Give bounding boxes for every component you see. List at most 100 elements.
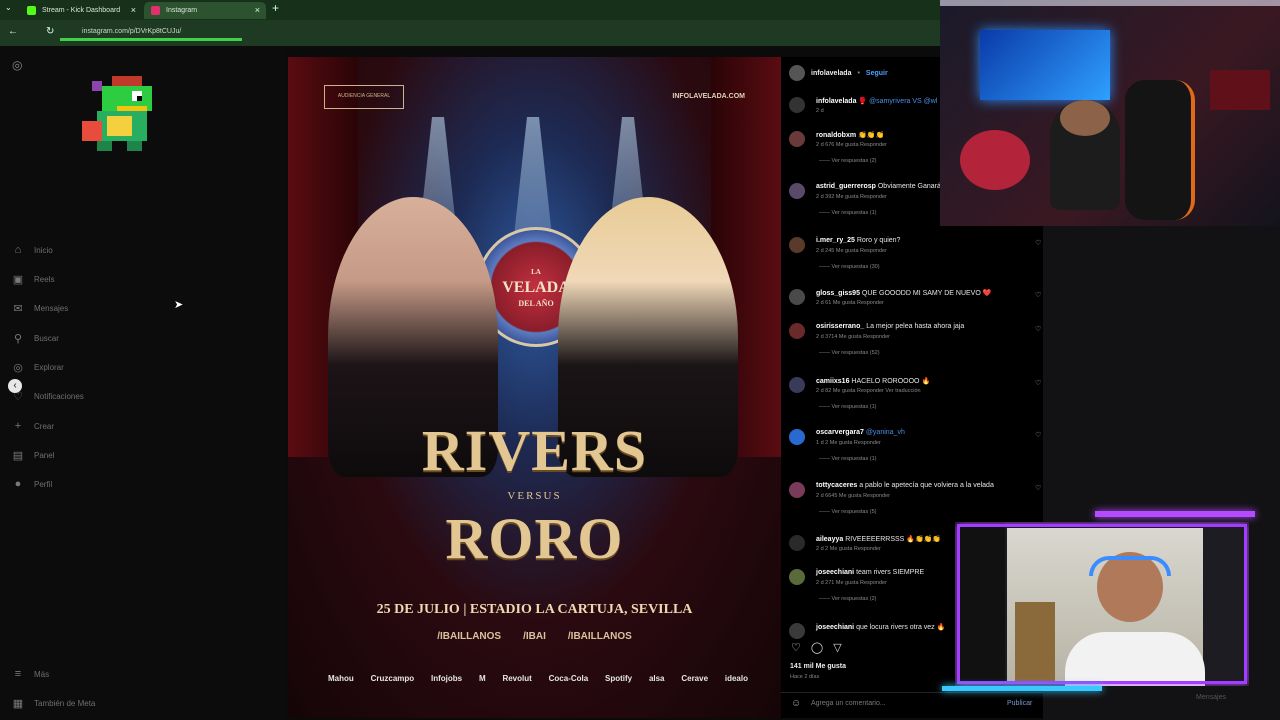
like-heart-icon[interactable]: ♡ bbox=[791, 641, 801, 654]
nav-reels[interactable]: ▣ Reels bbox=[12, 270, 55, 288]
view-replies-link[interactable]: —— Ver respuestas (2) bbox=[819, 596, 876, 602]
sponsor-logo: Cerave bbox=[681, 674, 709, 683]
post-author-row: infolavelada • Seguir bbox=[789, 65, 888, 81]
comment-username[interactable]: infolavelada bbox=[816, 98, 856, 105]
comment-mention[interactable]: @samyrivera VS @wl bbox=[869, 98, 937, 105]
comment-mention[interactable]: @yanina_vh bbox=[866, 429, 905, 436]
comment-item: camiixs16 HACELO ROROOOO 🔥 2 d 82 Me gus… bbox=[789, 377, 1041, 427]
instagram-logo-icon[interactable]: ◎ bbox=[12, 58, 22, 72]
comment-meta: 2 d 61 Me gusta Responder bbox=[816, 300, 884, 306]
comment-username[interactable]: camiixs16 bbox=[816, 378, 849, 385]
avatar[interactable] bbox=[789, 623, 805, 639]
comment-username[interactable]: gloss_giss95 bbox=[816, 290, 860, 297]
comment-like-heart-icon[interactable]: ♡ bbox=[1035, 431, 1041, 439]
messages-footer-label[interactable]: Mensajes bbox=[1196, 694, 1226, 701]
comment-bubble-icon[interactable]: ◯ bbox=[811, 641, 823, 654]
comment-text: astrid_guerrerosp Obviamente Ganará bbox=[816, 183, 941, 190]
view-replies-link[interactable]: —— Ver respuestas (1) bbox=[819, 404, 876, 410]
streamer-face bbox=[1060, 100, 1110, 136]
comment-meta: 2 d bbox=[816, 108, 824, 114]
comment-username[interactable]: ronaldobxm bbox=[816, 132, 856, 139]
avatar[interactable] bbox=[789, 97, 805, 113]
close-tab-icon[interactable]: × bbox=[131, 2, 136, 19]
comment-username[interactable]: joseechiani bbox=[816, 624, 854, 631]
comment-username[interactable]: aileayya bbox=[816, 536, 843, 543]
nav-notificaciones[interactable]: ♡ Notificaciones bbox=[12, 387, 84, 405]
follow-button[interactable]: Seguir bbox=[866, 70, 888, 77]
comment-text: ronaldobxm 👏👏👏 bbox=[816, 132, 885, 139]
avatar[interactable] bbox=[789, 323, 805, 339]
comment-like-heart-icon[interactable]: ♡ bbox=[1035, 325, 1041, 333]
tab-label: Stream - Kick Dashboard bbox=[42, 7, 121, 14]
tab-kick-dashboard[interactable]: Stream - Kick Dashboard × bbox=[20, 2, 142, 19]
tab-search-icon[interactable]: ⌄ bbox=[5, 3, 12, 12]
comment-username[interactable]: joseechiani bbox=[816, 569, 854, 576]
view-replies-link[interactable]: —— Ver respuestas (1) bbox=[819, 210, 876, 216]
menu-icon: ≡ bbox=[14, 668, 22, 680]
back-icon[interactable]: ← bbox=[8, 26, 18, 37]
sponsor-logo: Revolut bbox=[502, 674, 532, 683]
comment-username[interactable]: tottycaceres bbox=[816, 482, 857, 489]
comment-text: i.mer_ry_25 Roro y quien? bbox=[816, 237, 901, 244]
avatar[interactable] bbox=[789, 131, 805, 147]
comment-like-heart-icon[interactable]: ♡ bbox=[1035, 484, 1041, 492]
view-replies-link[interactable]: —— Ver respuestas (2) bbox=[819, 158, 876, 164]
comment-text: tottycaceres a pablo le apetecía que vol… bbox=[816, 482, 994, 489]
nav-explorar[interactable]: ◎ Explorar bbox=[12, 358, 64, 376]
nav-mas[interactable]: ≡ Más bbox=[12, 665, 49, 683]
comment-item: osirisserrano_ La mejor pelea hasta ahor… bbox=[789, 323, 1041, 373]
avatar[interactable] bbox=[789, 482, 805, 498]
new-tab-button[interactable]: + bbox=[272, 1, 279, 15]
avatar[interactable] bbox=[789, 569, 805, 585]
author-username[interactable]: infolavelada bbox=[811, 70, 851, 77]
comment-input[interactable]: Agrega un comentario... bbox=[811, 700, 886, 707]
close-tab-icon[interactable]: × bbox=[255, 2, 260, 19]
view-replies-link[interactable]: —— Ver respuestas (1) bbox=[819, 456, 876, 462]
sponsor-logo: Spotify bbox=[605, 674, 633, 683]
nav-panel[interactable]: ▤ Panel bbox=[12, 446, 55, 464]
publish-button[interactable]: Publicar bbox=[1007, 700, 1032, 707]
post-image[interactable]: AUDIENCIA GENERAL INFOLAVELADA.COM LA VE… bbox=[288, 57, 781, 718]
twitch-handle: /IBAI bbox=[523, 631, 546, 642]
view-replies-link[interactable]: —— Ver respuestas (5) bbox=[819, 509, 876, 515]
collapse-chevron-icon[interactable]: ‹ bbox=[8, 379, 22, 393]
avatar[interactable] bbox=[789, 183, 805, 199]
avatar[interactable] bbox=[789, 429, 805, 445]
comment-meta: 2 d 82 Me gusta Responder Ver traducción bbox=[816, 388, 921, 394]
share-send-icon[interactable]: ▽ bbox=[833, 641, 841, 654]
sponsor-logo: Infojobs bbox=[431, 674, 463, 683]
comment-username[interactable]: osirisserrano_ bbox=[816, 323, 864, 330]
audiencia-label: AUDIENCIA GENERAL bbox=[324, 85, 404, 109]
comment-like-heart-icon[interactable]: ♡ bbox=[1035, 291, 1041, 299]
avatar[interactable] bbox=[789, 377, 805, 393]
comment-like-heart-icon[interactable]: ♡ bbox=[1035, 379, 1041, 387]
avatar[interactable] bbox=[789, 289, 805, 305]
avatar[interactable] bbox=[789, 535, 805, 551]
comment-meta: 2 d 392 Me gusta Responder bbox=[816, 194, 887, 200]
comment-username[interactable]: astrid_guerrerosp bbox=[816, 183, 876, 190]
comment-like-heart-icon[interactable]: ♡ bbox=[1035, 239, 1041, 247]
tab-strip: ⌄ Stream - Kick Dashboard × Instagram × … bbox=[0, 0, 940, 20]
tab-instagram[interactable]: Instagram × bbox=[144, 2, 266, 19]
comment-meta: 2 d 6645 Me gusta Responder bbox=[816, 493, 890, 499]
nav-buscar[interactable]: ⚲ Buscar bbox=[12, 329, 59, 347]
view-replies-link[interactable]: —— Ver respuestas (30) bbox=[819, 264, 880, 270]
nav-mensajes[interactable]: ✉ Mensajes bbox=[12, 299, 68, 317]
infolavelada-url-label: INFOLAVELADA.COM bbox=[672, 93, 745, 100]
comment-meta: 2 d 271 Me gusta Responder bbox=[816, 580, 887, 586]
nav-inicio[interactable]: ⌂ Inicio bbox=[12, 241, 53, 259]
gaming-chair bbox=[1125, 80, 1195, 220]
versus-label: VERSUS bbox=[507, 490, 562, 502]
comment-username[interactable]: oscarvergara7 bbox=[816, 429, 864, 436]
streamer-room-camera bbox=[940, 0, 1280, 226]
nav-crear[interactable]: + Crear bbox=[12, 417, 54, 435]
reload-icon[interactable]: ↻ bbox=[46, 26, 54, 37]
view-replies-link[interactable]: —— Ver respuestas (52) bbox=[819, 350, 880, 356]
avatar[interactable] bbox=[789, 237, 805, 253]
nav-perfil[interactable]: ● Perfil bbox=[12, 475, 53, 493]
avatar[interactable] bbox=[789, 65, 805, 81]
nav-tambien-de-meta[interactable]: ▦ También de Meta bbox=[12, 694, 96, 712]
comment-username[interactable]: i.mer_ry_25 bbox=[816, 237, 855, 244]
comment-text: gloss_giss95 QUE GOOODD MI SAMY DE NUEVO… bbox=[816, 290, 992, 297]
emoji-icon[interactable]: ☺ bbox=[791, 698, 801, 709]
